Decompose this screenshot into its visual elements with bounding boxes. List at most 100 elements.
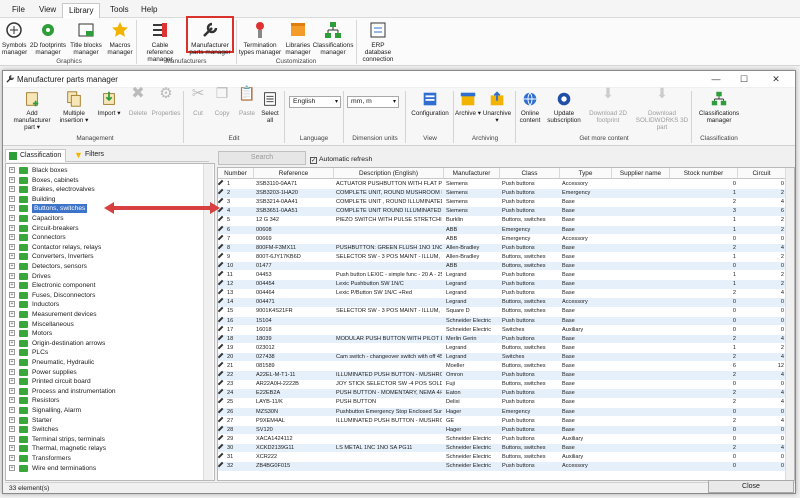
column-header[interactable]: Number (218, 168, 254, 179)
table-row[interactable]: 15 9001K4S21FR SELECTOR SW - 3 POS MAINT -… (218, 307, 786, 316)
table-row[interactable]: 14 004471 Legrand Buttons, switches Accessor… (218, 298, 786, 307)
update-subscription-button[interactable]: Update subscription (547, 90, 581, 124)
table-row[interactable]: 13 004464 Lexic P/Button SW 1N/C +Red Legra… (218, 288, 786, 298)
expand-icon[interactable]: + (9, 186, 15, 193)
expand-icon[interactable]: + (9, 243, 15, 250)
tree-item[interactable]: + Resistors (6, 396, 200, 405)
expand-icon[interactable]: + (9, 301, 15, 308)
menu-view[interactable]: View (33, 3, 62, 18)
table-row[interactable]: 8 800FM-F3MX11 PUSHBUTTON: GREEN FLUSH 1NO… (218, 243, 786, 253)
expand-icon[interactable]: + (9, 445, 15, 452)
classifications-manager-button-window[interactable]: Classifications manager (695, 90, 743, 124)
tree-item[interactable]: + Thermal, magnetic relays (6, 444, 200, 453)
table-row[interactable]: 29 XACA1424112 Schneider Electric Push butt… (218, 434, 786, 444)
column-header[interactable]: Class (500, 168, 560, 179)
tree-item[interactable]: + Detectors, sensors (6, 262, 200, 271)
expand-icon[interactable]: + (9, 339, 15, 346)
table-row[interactable]: 26 MZS30N Pushbutton Emergency Stop Enclos… (218, 407, 786, 416)
column-header[interactable]: Circuit (738, 168, 786, 179)
column-header[interactable]: Reference (254, 168, 334, 179)
expand-icon[interactable]: + (9, 205, 15, 212)
table-row[interactable]: 16 15104 Schneider Electric Push buttons Bas… (218, 316, 786, 325)
manufacturer-parts-manager-button[interactable]: Manufacturer parts manager (186, 16, 234, 56)
table-row[interactable]: 9 800T-6JY17KB6D SELECTOR SW - 3 POS MAINT… (218, 252, 786, 262)
paste-button[interactable]: 📋 Paste (235, 86, 259, 117)
table-row[interactable]: 4 3SB3651-0AA51 COMPLETE UNIT ROUND ILLUMI… (218, 207, 786, 216)
menu-help[interactable]: Help (135, 3, 163, 18)
tree-item[interactable]: + Pneumatic, Hydraulic (6, 358, 200, 367)
expand-icon[interactable]: + (9, 176, 15, 183)
expand-icon[interactable]: + (9, 416, 15, 423)
tree-item[interactable]: + Capacitors (6, 214, 200, 223)
tree-item[interactable]: + Drives (6, 272, 200, 281)
expand-icon[interactable]: + (9, 455, 15, 461)
tree-item[interactable]: + Converters, Inverters (6, 252, 200, 261)
select-all-button[interactable]: Select all (259, 90, 281, 124)
table-row[interactable]: 5 12 G 342 PIEZO SWITCH WITH PULSE STRETCH… (218, 216, 786, 225)
expand-icon[interactable]: + (9, 195, 15, 202)
classifications-manager-button[interactable]: Classifications manager (312, 20, 354, 56)
table-row[interactable]: 3 3SB3214-0AA41 COMPLETE UNIT , ROUND ILLU… (218, 197, 786, 207)
table-row[interactable]: 27 P9XEM4AL ILLUMINATED PUSH BUTTON - MUSH… (218, 416, 786, 426)
properties-button[interactable]: ⚙ Properties (151, 86, 181, 117)
cable-reference-manager-button[interactable]: Cable reference manager (138, 20, 182, 63)
table-row[interactable]: 28 SV120 Hager Push buttons Base 0 0 (218, 425, 786, 435)
tab-filters[interactable]: ▼ Filters (71, 149, 108, 162)
table-row[interactable]: 11 04453 Push button LEXIC - simple func -… (218, 270, 786, 280)
maximize-button[interactable]: ☐ (733, 72, 755, 86)
tree-item[interactable]: + Starter (6, 416, 200, 425)
close-button[interactable]: Close (708, 480, 794, 493)
table-row[interactable]: 30 XCKD2139G11 LS METAL 1NC 1NO SA PG11 Sch… (218, 443, 786, 453)
auto-refresh-checkbox[interactable]: ✓ Automatic refresh (310, 156, 372, 164)
tree-item[interactable]: + Building (6, 195, 200, 204)
expand-icon[interactable]: + (9, 368, 15, 375)
table-row[interactable]: 25 LAYB-11/K PUSH BUTTON Delixi Push buttons… (218, 398, 786, 407)
archive-button[interactable]: Archive ▾ (455, 90, 481, 117)
menu-file[interactable]: File (6, 3, 31, 18)
tree-item[interactable]: + Power supplies (6, 368, 200, 377)
symbols-manager-button[interactable]: Symbols manager (2, 20, 27, 56)
tree-item[interactable]: + Process and instrumentation (6, 387, 200, 396)
titleblocks-manager-button[interactable]: Title blocks manager (70, 20, 102, 56)
language-select[interactable]: English ▾ (289, 96, 341, 108)
expand-icon[interactable]: + (9, 435, 15, 442)
tree-item[interactable]: + PLCs (6, 348, 200, 357)
dimension-units-select[interactable]: mm, m ▾ (347, 96, 399, 108)
tree-item[interactable]: + Measurement devices (6, 310, 200, 319)
column-header[interactable]: Description (English) (334, 168, 444, 179)
column-header[interactable]: Manufacturer (444, 168, 500, 179)
table-row[interactable]: 7 00669 ABB Emergency Accessory 0 0 (218, 234, 786, 244)
tree-item[interactable]: + Transformers (6, 454, 200, 463)
tree-item[interactable]: + Miscellaneous (6, 320, 200, 329)
column-header[interactable]: Supplier name (612, 168, 670, 179)
table-row[interactable]: 23 AR22A0H-2222B JOY STICK SELECTOR SW -4 … (218, 379, 786, 389)
tree-item[interactable]: + Origin-destination arrows (6, 339, 200, 348)
table-row[interactable]: 18 18039 MODULAR PUSH BUTTON WITH PILOT LI… (218, 334, 786, 344)
cut-button[interactable]: ✂ Cut (187, 86, 209, 117)
macros-manager-button[interactable]: Macros manager (106, 20, 134, 56)
column-header[interactable]: Stock number (670, 168, 738, 179)
column-header[interactable]: Type (560, 168, 612, 179)
minimize-button[interactable]: — (705, 72, 727, 86)
table-row[interactable]: 10 01477 ABB Buttons, switches Base 0 0 (218, 261, 786, 271)
table-row[interactable]: 12 004454 Lexic Pushbutton SW 1N/C Legrand P… (218, 279, 786, 289)
table-row[interactable]: 24 E22EB2A PUSH BUTTON - MOMENTARY, NEMA 4… (218, 389, 786, 398)
grid-scrollbar[interactable] (785, 168, 794, 480)
download-2d-footprint-button[interactable]: ⬇ Download 2D footprint (583, 86, 633, 124)
expand-icon[interactable]: + (9, 311, 15, 317)
tree-item[interactable]: + Black boxes (6, 166, 200, 175)
table-row[interactable]: 31 XCR222 Schneider Electric Buttons, switc… (218, 452, 786, 462)
menu-library[interactable]: Library (62, 3, 101, 18)
expand-icon[interactable]: + (9, 272, 15, 279)
expand-icon[interactable]: + (9, 263, 15, 269)
multiple-insertion-button[interactable]: Multiple insertion ▾ (57, 90, 91, 124)
menu-tools[interactable]: Tools (104, 3, 135, 18)
online-content-button[interactable]: Online content (517, 90, 543, 124)
tree-item[interactable]: + Signalling, Alarm (6, 406, 200, 415)
tree-item[interactable]: + Boxes, cabinets (6, 176, 200, 185)
tree-item[interactable]: + Switches (6, 425, 200, 434)
delete-button[interactable]: ✖ Delete (125, 86, 151, 118)
tree-item[interactable]: + Contactor relays, relays (6, 243, 200, 252)
tree-item[interactable]: + Circuit-breakers (6, 224, 200, 233)
table-row[interactable]: 17 16018 Schneider Electric Switches Auxilia… (218, 325, 786, 335)
